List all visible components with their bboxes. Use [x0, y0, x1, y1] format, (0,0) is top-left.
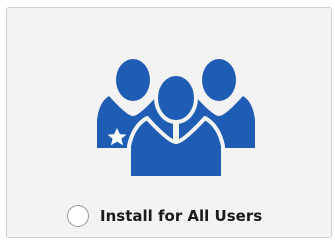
users-group-icon: [97, 59, 255, 180]
install-all-users-label: Install for All Users: [100, 207, 263, 225]
install-all-users-option[interactable]: Install for All Users: [67, 201, 262, 231]
installer-page: Install for All Users: [0, 0, 335, 243]
install-all-users-radio[interactable]: [67, 205, 89, 227]
install-all-users-card[interactable]: Install for All Users: [6, 7, 332, 238]
